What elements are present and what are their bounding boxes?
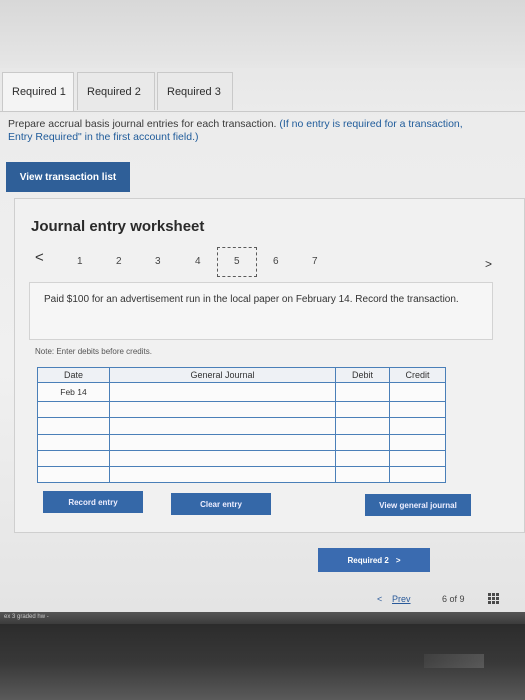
credit-field[interactable] <box>389 465 446 484</box>
prev-chevron-icon[interactable]: < <box>377 594 382 604</box>
table-row <box>37 449 446 467</box>
account-field[interactable] <box>109 465 336 484</box>
date-cell <box>37 449 110 467</box>
table-row <box>37 433 446 451</box>
account-field[interactable] <box>109 381 336 403</box>
debit-field[interactable] <box>335 401 390 419</box>
debit-credit-note: Note: Enter debits before credits. <box>35 347 152 356</box>
credit-field[interactable] <box>389 401 446 419</box>
credit-header: Credit <box>389 367 446 383</box>
worksheet-title: Journal entry worksheet <box>31 218 205 235</box>
tab-divider <box>0 111 525 112</box>
debit-field[interactable] <box>335 433 390 451</box>
date-cell <box>37 401 110 419</box>
account-field[interactable] <box>109 433 336 451</box>
next-entry-chevron-icon[interactable]: > <box>485 257 492 271</box>
date-header: Date <box>37 367 110 383</box>
instructions: Prepare accrual basis journal entries fo… <box>8 118 525 144</box>
tab-required-1[interactable]: Required 1 <box>2 72 74 112</box>
date-cell <box>37 417 110 435</box>
journal-header-row: Date General Journal Debit Credit <box>37 367 446 383</box>
credit-field[interactable] <box>389 433 446 451</box>
credit-field[interactable] <box>389 417 446 435</box>
clear-entry-button[interactable]: Clear entry <box>171 493 271 515</box>
debit-header: Debit <box>335 367 390 383</box>
entry-tab-5[interactable]: 5 <box>234 256 240 267</box>
entry-tab-3[interactable]: 3 <box>155 256 161 267</box>
date-cell <box>37 433 110 451</box>
journal-table: Date General Journal Debit Credit Feb 14 <box>37 367 446 484</box>
tab-required-3[interactable]: Required 3 <box>157 72 233 110</box>
date-cell <box>37 465 110 484</box>
journal-entry-worksheet: Journal entry worksheet < 1 2 3 4 5 6 7 … <box>14 198 525 533</box>
entry-tab-1[interactable]: 1 <box>77 256 83 267</box>
table-row <box>37 417 446 435</box>
next-required-button[interactable]: Required 2 > <box>318 548 430 572</box>
account-field[interactable] <box>109 417 336 435</box>
monitor-bezel <box>0 624 525 700</box>
instructions-highlight-line2: Entry Required" in the first account fie… <box>8 131 199 143</box>
entry-tab-4[interactable]: 4 <box>195 256 201 267</box>
tab-required-2[interactable]: Required 2 <box>77 72 155 110</box>
debit-field[interactable] <box>335 381 390 403</box>
table-row <box>37 401 446 419</box>
entry-tab-2[interactable]: 2 <box>116 256 122 267</box>
table-row: Feb 14 <box>37 381 446 403</box>
record-entry-button[interactable]: Record entry <box>43 491 143 513</box>
taskbar-window-label[interactable]: ex 3 graded hw - <box>4 614 49 620</box>
chevron-right-icon: > <box>395 555 401 565</box>
debit-field[interactable] <box>335 465 390 484</box>
debit-field[interactable] <box>335 417 390 435</box>
account-field[interactable] <box>109 449 336 467</box>
general-journal-header: General Journal <box>109 367 336 383</box>
monitor-logo <box>424 654 484 668</box>
entry-tab-7[interactable]: 7 <box>312 256 318 267</box>
table-row <box>37 465 446 484</box>
taskbar: ex 3 graded hw - <box>0 612 525 624</box>
next-required-label: Required 2 <box>347 555 389 565</box>
view-transaction-list-button[interactable]: View transaction list <box>6 162 130 192</box>
credit-field[interactable] <box>389 381 446 403</box>
date-cell: Feb 14 <box>37 381 110 403</box>
view-general-journal-button[interactable]: View general journal <box>365 494 471 516</box>
instructions-highlight: (If no entry is required for a transacti… <box>279 118 463 130</box>
grid-menu-icon[interactable] <box>488 593 500 605</box>
prev-link[interactable]: Prev <box>392 594 411 604</box>
page-indicator: 6 of 9 <box>442 594 465 604</box>
entry-tab-6[interactable]: 6 <box>273 256 279 267</box>
credit-field[interactable] <box>389 449 446 467</box>
browser-screen: Required 1 Required 2 Required 3 Prepare… <box>0 0 525 612</box>
debit-field[interactable] <box>335 449 390 467</box>
prev-entry-chevron-icon[interactable]: < <box>35 249 44 266</box>
instructions-text: Prepare accrual basis journal entries fo… <box>8 118 277 130</box>
transaction-description: Paid $100 for an advertisement run in th… <box>29 282 493 340</box>
account-field[interactable] <box>109 401 336 419</box>
top-band <box>0 0 525 68</box>
